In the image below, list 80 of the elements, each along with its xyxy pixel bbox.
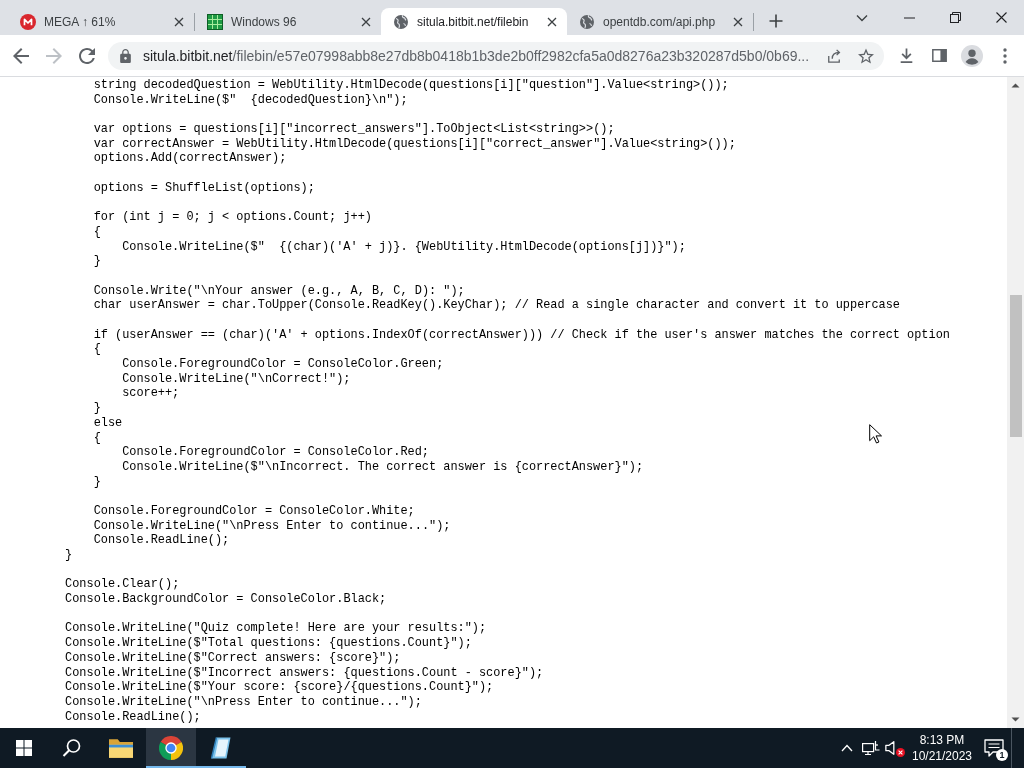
code-line: Console.ForegroundColor = ConsoleColor.White;: [93, 503, 415, 518]
code-line: var correctAnswer = WebUtility.HtmlDecode(questions[i]["correct_answer"].Value<string>());: [93, 136, 736, 151]
code-line: Console.WriteLine($" {decodedQuestion}\n");: [93, 92, 408, 107]
notifications-button[interactable]: 1: [977, 728, 1011, 768]
clock-date[interactable]: 10/21/2023: [911, 748, 973, 764]
code-line: {: [93, 224, 101, 239]
scrollbar-thumb[interactable]: [1009, 295, 1022, 437]
network-monitor-icon: [862, 740, 880, 756]
code-line: options.Add(correctAnswer);: [93, 151, 287, 166]
code-line: Console.WriteLine($" {(char)('A' + j)}. {WebUtility.HtmlDecode(options[j])}");: [122, 239, 686, 254]
reload-icon: [79, 47, 95, 64]
back-arrow-icon: [13, 47, 29, 64]
browser-tab[interactable]: MEGA ↑ 61%: [8, 8, 194, 35]
code-line: score++;: [122, 386, 180, 401]
code-line: Console.Clear();: [65, 577, 180, 592]
close-icon: [547, 16, 557, 27]
side-panel-icon: [931, 49, 947, 62]
browser-icon: [159, 736, 183, 760]
logo-icon: [20, 13, 36, 30]
grid-logo-icon: [207, 13, 223, 30]
code-line: Console.WriteLine($"Correct answers: {score}");: [65, 650, 401, 665]
speech-bubble-icon: [984, 739, 1004, 757]
globe-icon: [393, 13, 409, 30]
code-line: Console.WriteLine("\nPress Enter to continue...");: [65, 694, 422, 709]
code-line: Console.ReadLine();: [93, 533, 230, 548]
download-icon: [899, 48, 913, 63]
code-line: }: [65, 548, 73, 562]
globe-icon: [579, 13, 595, 30]
star-icon: [858, 47, 874, 64]
avatar-icon: [961, 44, 983, 67]
mouse-pointer-icon: [869, 424, 882, 444]
close-icon: [733, 16, 743, 27]
code-line: Console.WriteLine("\nCorrect!");: [122, 371, 351, 386]
speaker-icon[interactable]: [885, 741, 895, 755]
code-line: Console.WriteLine($"\nIncorrect. The correct answer is {correctAnswer}");: [122, 459, 644, 474]
clock-time[interactable]: 8:13 PM: [919, 732, 965, 748]
code-line: else: [93, 415, 123, 430]
more-dots-icon: [1003, 47, 1007, 64]
code-line: Console.WriteLine($"Incorrect answers: {questions.Count - score}");: [65, 665, 544, 680]
notepad-icon: [211, 737, 231, 759]
close-icon: [361, 16, 371, 27]
folder-icon: [109, 738, 133, 758]
share-icon: [827, 48, 841, 63]
notification-count: 1: [996, 749, 1008, 761]
code-line: }: [93, 401, 101, 416]
code-line: {: [93, 342, 101, 357]
browser-tab[interactable]: situla.bitbit.net/filebin: [381, 8, 567, 35]
close-icon: [174, 16, 184, 27]
code-line: Console.WriteLine("\nPress Enter to continue...");: [93, 518, 451, 533]
code-line: Console.BackgroundColor = ConsoleColor.Black;: [65, 592, 387, 607]
lock-icon[interactable]: [120, 48, 131, 63]
code-line: }: [93, 254, 101, 269]
code-line: Console.ForegroundColor = ConsoleColor.Red;: [122, 445, 429, 460]
code-line: var options = questions[i]["incorrect_answers"].ToObject<List<string>>();: [93, 122, 615, 137]
taskbar-app-button[interactable]: [146, 728, 196, 768]
address-field[interactable]: situla.bitbit.net/filebin/e57e07998abb8e27db8b0418b1b3de2b0ff2982cfa5a0d8276a23b320287d5b0/0b69...: [108, 41, 884, 70]
code-line: Console.WriteLine($"Total questions: {questions.Count}");: [65, 636, 472, 651]
code-line: Console.ReadLine();: [65, 709, 201, 724]
close-icon: [995, 12, 1007, 23]
browser-tab[interactable]: Windows 96: [195, 8, 381, 35]
code-line: options = ShuffleList(options);: [93, 180, 315, 195]
code-line: char userAnswer = char.ToUpper(Console.ReadKey().KeyChar); // Read a single character and convert it to uppercase: [93, 298, 900, 313]
windows-logo-icon: [16, 740, 32, 756]
code-line: string decodedQuestion = WebUtility.HtmlDecode(questions[i]["question"].Value<string>());: [93, 78, 729, 92]
forward-arrow-icon: [46, 47, 62, 64]
chevron-up-icon: [841, 744, 853, 752]
code-line: Console.WriteLine($"Your score: {score}/{questions.Count}");: [65, 680, 494, 695]
code-line: Console.ForegroundColor = ConsoleColor.Green;: [122, 357, 444, 372]
search-icon: [62, 738, 82, 758]
code-line: Console.Write("\nYour answer (e.g., A, B, C, D): ");: [93, 283, 465, 298]
code-line: Console.WriteLine("Quiz complete! Here are your results:");: [65, 621, 487, 636]
chevron-down-icon: [856, 13, 868, 22]
browser-tab[interactable]: opentdb.com/api.php: [567, 8, 753, 35]
code-line: }: [93, 474, 101, 489]
code-line: if (userAnswer == (char)('A' + options.IndexOf(correctAnswer))) // Check if the user's answer matches the correct option: [93, 327, 950, 342]
minimize-icon: [903, 16, 915, 19]
restore-icon: [949, 12, 961, 23]
code-line: for (int j = 0; j < options.Count; j++): [93, 210, 372, 225]
plus-icon: [769, 13, 783, 28]
code-line: {: [93, 430, 101, 445]
